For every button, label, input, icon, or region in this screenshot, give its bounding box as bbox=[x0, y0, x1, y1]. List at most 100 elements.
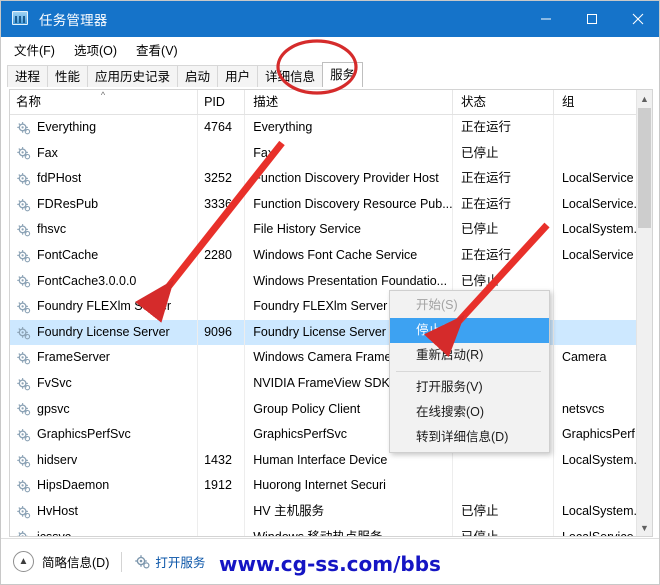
service-name-label: Foundry License Server bbox=[37, 320, 170, 346]
table-row[interactable]: fdPHost3252Function Discovery Provider H… bbox=[10, 166, 652, 192]
context-menu-item[interactable]: 停止(T) bbox=[390, 318, 549, 343]
cell-pid: 4764 bbox=[198, 115, 245, 141]
table-row[interactable]: icssvcWindows 移动热点服务已停止LocalService... bbox=[10, 525, 652, 537]
table-row[interactable]: fhsvcFile History Service已停止LocalSystem.… bbox=[10, 217, 652, 243]
column-header-pid[interactable]: PID bbox=[198, 90, 245, 114]
minimize-button[interactable] bbox=[523, 1, 569, 37]
cell-status: 已停止 bbox=[453, 217, 554, 243]
context-menu-item[interactable]: 打开服务(V) bbox=[390, 375, 549, 400]
cell-pid: 9096 bbox=[198, 320, 245, 346]
cell-pid bbox=[198, 397, 245, 423]
cell-pid bbox=[198, 345, 245, 371]
table-row[interactable]: Foundry License Server9096Foundry Licens… bbox=[10, 320, 652, 346]
service-name-label: FDResPub bbox=[37, 192, 98, 218]
window-controls bbox=[523, 1, 660, 37]
table-row[interactable]: FrameServerWindows Camera Frame已停止Camera bbox=[10, 345, 652, 371]
context-menu-separator bbox=[396, 371, 541, 372]
cell-name: FvSvc bbox=[10, 371, 198, 397]
column-header-status[interactable]: 状态 bbox=[453, 90, 554, 114]
service-gear-icon bbox=[16, 223, 31, 237]
table-row[interactable]: FvSvcNVIDIA FrameView SDK已停止 bbox=[10, 371, 652, 397]
cell-pid bbox=[198, 217, 245, 243]
cell-status: 正在运行 bbox=[453, 192, 554, 218]
close-button[interactable] bbox=[615, 1, 660, 37]
cell-status bbox=[453, 473, 554, 499]
service-name-label: GraphicsPerfSvc bbox=[37, 422, 131, 448]
table-row[interactable]: FontCache2280Windows Font Cache Service正… bbox=[10, 243, 652, 269]
table-row[interactable]: hidserv1432Human Interface DeviceLocalSy… bbox=[10, 448, 652, 474]
cell-description: Windows 移动热点服务 bbox=[245, 525, 453, 537]
cell-name: fdPHost bbox=[10, 166, 198, 192]
table-row[interactable]: GraphicsPerfSvcGraphicsPerfSvcGraphicsPe… bbox=[10, 422, 652, 448]
tab-startup[interactable]: 启动 bbox=[177, 65, 218, 87]
cell-status: 已停止 bbox=[453, 499, 554, 525]
cell-name: hidserv bbox=[10, 448, 198, 474]
window-title: 任务管理器 bbox=[39, 9, 108, 29]
service-name-label: FontCache3.0.0.0 bbox=[37, 269, 136, 295]
tab-performance[interactable]: 性能 bbox=[47, 65, 88, 87]
table-row[interactable]: FaxFax已停止 bbox=[10, 141, 652, 167]
cell-pid: 1432 bbox=[198, 448, 245, 474]
cell-name: GraphicsPerfSvc bbox=[10, 422, 198, 448]
fewer-details-label[interactable]: 简略信息(D) bbox=[42, 552, 109, 571]
column-header-row: 名称 ^ PID 描述 状态 组 bbox=[10, 90, 652, 115]
menu-view[interactable]: 查看(V) bbox=[132, 38, 186, 61]
table-row[interactable]: Everything4764Everything正在运行 bbox=[10, 115, 652, 141]
cell-description: Windows Font Cache Service bbox=[245, 243, 453, 269]
services-rows-container: Everything4764Everything正在运行FaxFax已停止fdP… bbox=[10, 115, 652, 536]
service-gear-icon bbox=[16, 198, 31, 212]
table-row[interactable]: gpsvcGroup Policy Client正在运行netsvcs bbox=[10, 397, 652, 423]
cell-name: HipsDaemon bbox=[10, 473, 198, 499]
cell-status: 已停止 bbox=[453, 141, 554, 167]
service-name-label: HvHost bbox=[37, 499, 78, 525]
service-context-menu: 开始(S)停止(T)重新启动(R)打开服务(V)在线搜索(O)转到详细信息(D) bbox=[389, 290, 550, 453]
cell-name: FontCache bbox=[10, 243, 198, 269]
table-row[interactable]: FontCache3.0.0.0Windows Presentation Fou… bbox=[10, 269, 652, 295]
column-header-name[interactable]: 名称 ^ bbox=[10, 90, 198, 114]
column-header-description[interactable]: 描述 bbox=[245, 90, 453, 114]
table-row[interactable]: Foundry FLEXlm ServerFoundry FLEXlm Serv… bbox=[10, 294, 652, 320]
cell-description: HV 主机服务 bbox=[245, 499, 453, 525]
task-manager-icon bbox=[12, 10, 30, 28]
table-row[interactable]: HvHostHV 主机服务已停止LocalSystem... bbox=[10, 499, 652, 525]
services-list: 名称 ^ PID 描述 状态 组 Everything4764Everythin… bbox=[9, 89, 653, 537]
tab-details[interactable]: 详细信息 bbox=[257, 65, 323, 87]
menu-file[interactable]: 文件(F) bbox=[10, 38, 63, 61]
cell-status: 正在运行 bbox=[453, 166, 554, 192]
context-menu-item[interactable]: 在线搜索(O) bbox=[390, 400, 549, 425]
status-bar: ▲ 简略信息(D) 打开服务 bbox=[1, 538, 660, 584]
vertical-scrollbar[interactable]: ▲ ▼ bbox=[636, 90, 652, 536]
tab-users[interactable]: 用户 bbox=[217, 65, 258, 87]
chevron-up-icon[interactable]: ▲ bbox=[13, 551, 34, 572]
open-services-link[interactable]: 打开服务 bbox=[155, 552, 205, 571]
menu-options[interactable]: 选项(O) bbox=[70, 38, 125, 61]
service-name-label: FvSvc bbox=[37, 371, 72, 397]
cell-description: Fax bbox=[245, 141, 453, 167]
cell-status: 已停止 bbox=[453, 525, 554, 537]
service-gear-icon bbox=[16, 377, 31, 391]
service-name-label: HipsDaemon bbox=[37, 473, 109, 499]
cell-pid bbox=[198, 294, 245, 320]
column-header-name-label: 名称 bbox=[16, 90, 41, 114]
service-name-label: Everything bbox=[37, 115, 96, 141]
service-name-label: hidserv bbox=[37, 448, 77, 474]
scroll-up-arrow-icon[interactable]: ▲ bbox=[637, 90, 652, 107]
service-gear-icon bbox=[16, 172, 31, 186]
scrollbar-thumb[interactable] bbox=[638, 108, 651, 228]
tab-processes[interactable]: 进程 bbox=[7, 65, 48, 87]
tab-app-history[interactable]: 应用历史记录 bbox=[87, 65, 178, 87]
tab-services[interactable]: 服务 bbox=[322, 62, 363, 87]
table-row[interactable]: FDResPub3336Function Discovery Resource … bbox=[10, 192, 652, 218]
maximize-button[interactable] bbox=[569, 1, 615, 37]
cell-name: Foundry License Server bbox=[10, 320, 198, 346]
service-name-label: gpsvc bbox=[37, 397, 70, 423]
cell-pid bbox=[198, 141, 245, 167]
service-gear-icon bbox=[16, 428, 31, 442]
cell-name: icssvc bbox=[10, 525, 198, 537]
table-row[interactable]: HipsDaemon1912Huorong Internet Securi bbox=[10, 473, 652, 499]
cell-name: FDResPub bbox=[10, 192, 198, 218]
service-name-label: FrameServer bbox=[37, 345, 110, 371]
scroll-down-arrow-icon[interactable]: ▼ bbox=[637, 519, 652, 536]
context-menu-item[interactable]: 转到详细信息(D) bbox=[390, 425, 549, 450]
context-menu-item[interactable]: 重新启动(R) bbox=[390, 343, 549, 368]
